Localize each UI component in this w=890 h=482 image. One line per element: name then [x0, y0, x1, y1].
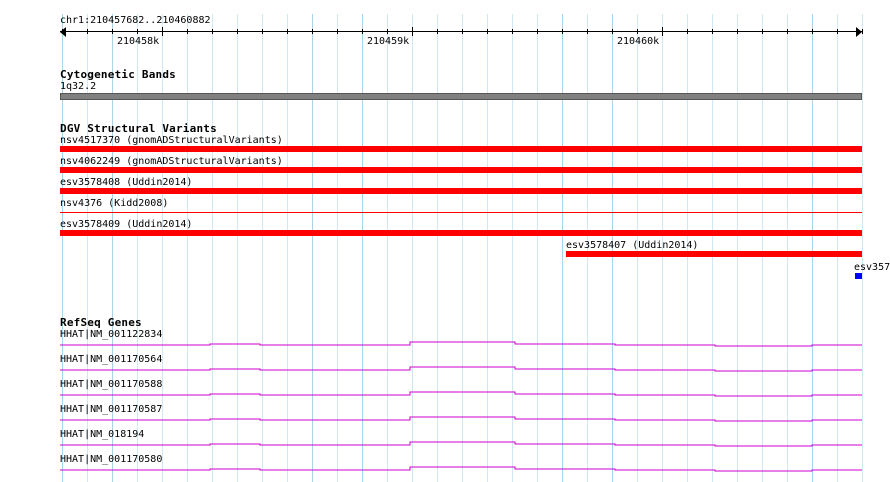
gene-model-line[interactable] — [60, 391, 862, 397]
genome-browser-view: chr1:210457682..210460882 210458k 210459… — [0, 0, 890, 482]
gene-model-line[interactable] — [60, 341, 862, 347]
gene-models[interactable] — [0, 0, 890, 482]
gene-model-line[interactable] — [60, 441, 862, 447]
gene-model-line[interactable] — [60, 366, 862, 372]
gene-model-line[interactable] — [60, 466, 862, 472]
gene-model-line[interactable] — [60, 416, 862, 422]
